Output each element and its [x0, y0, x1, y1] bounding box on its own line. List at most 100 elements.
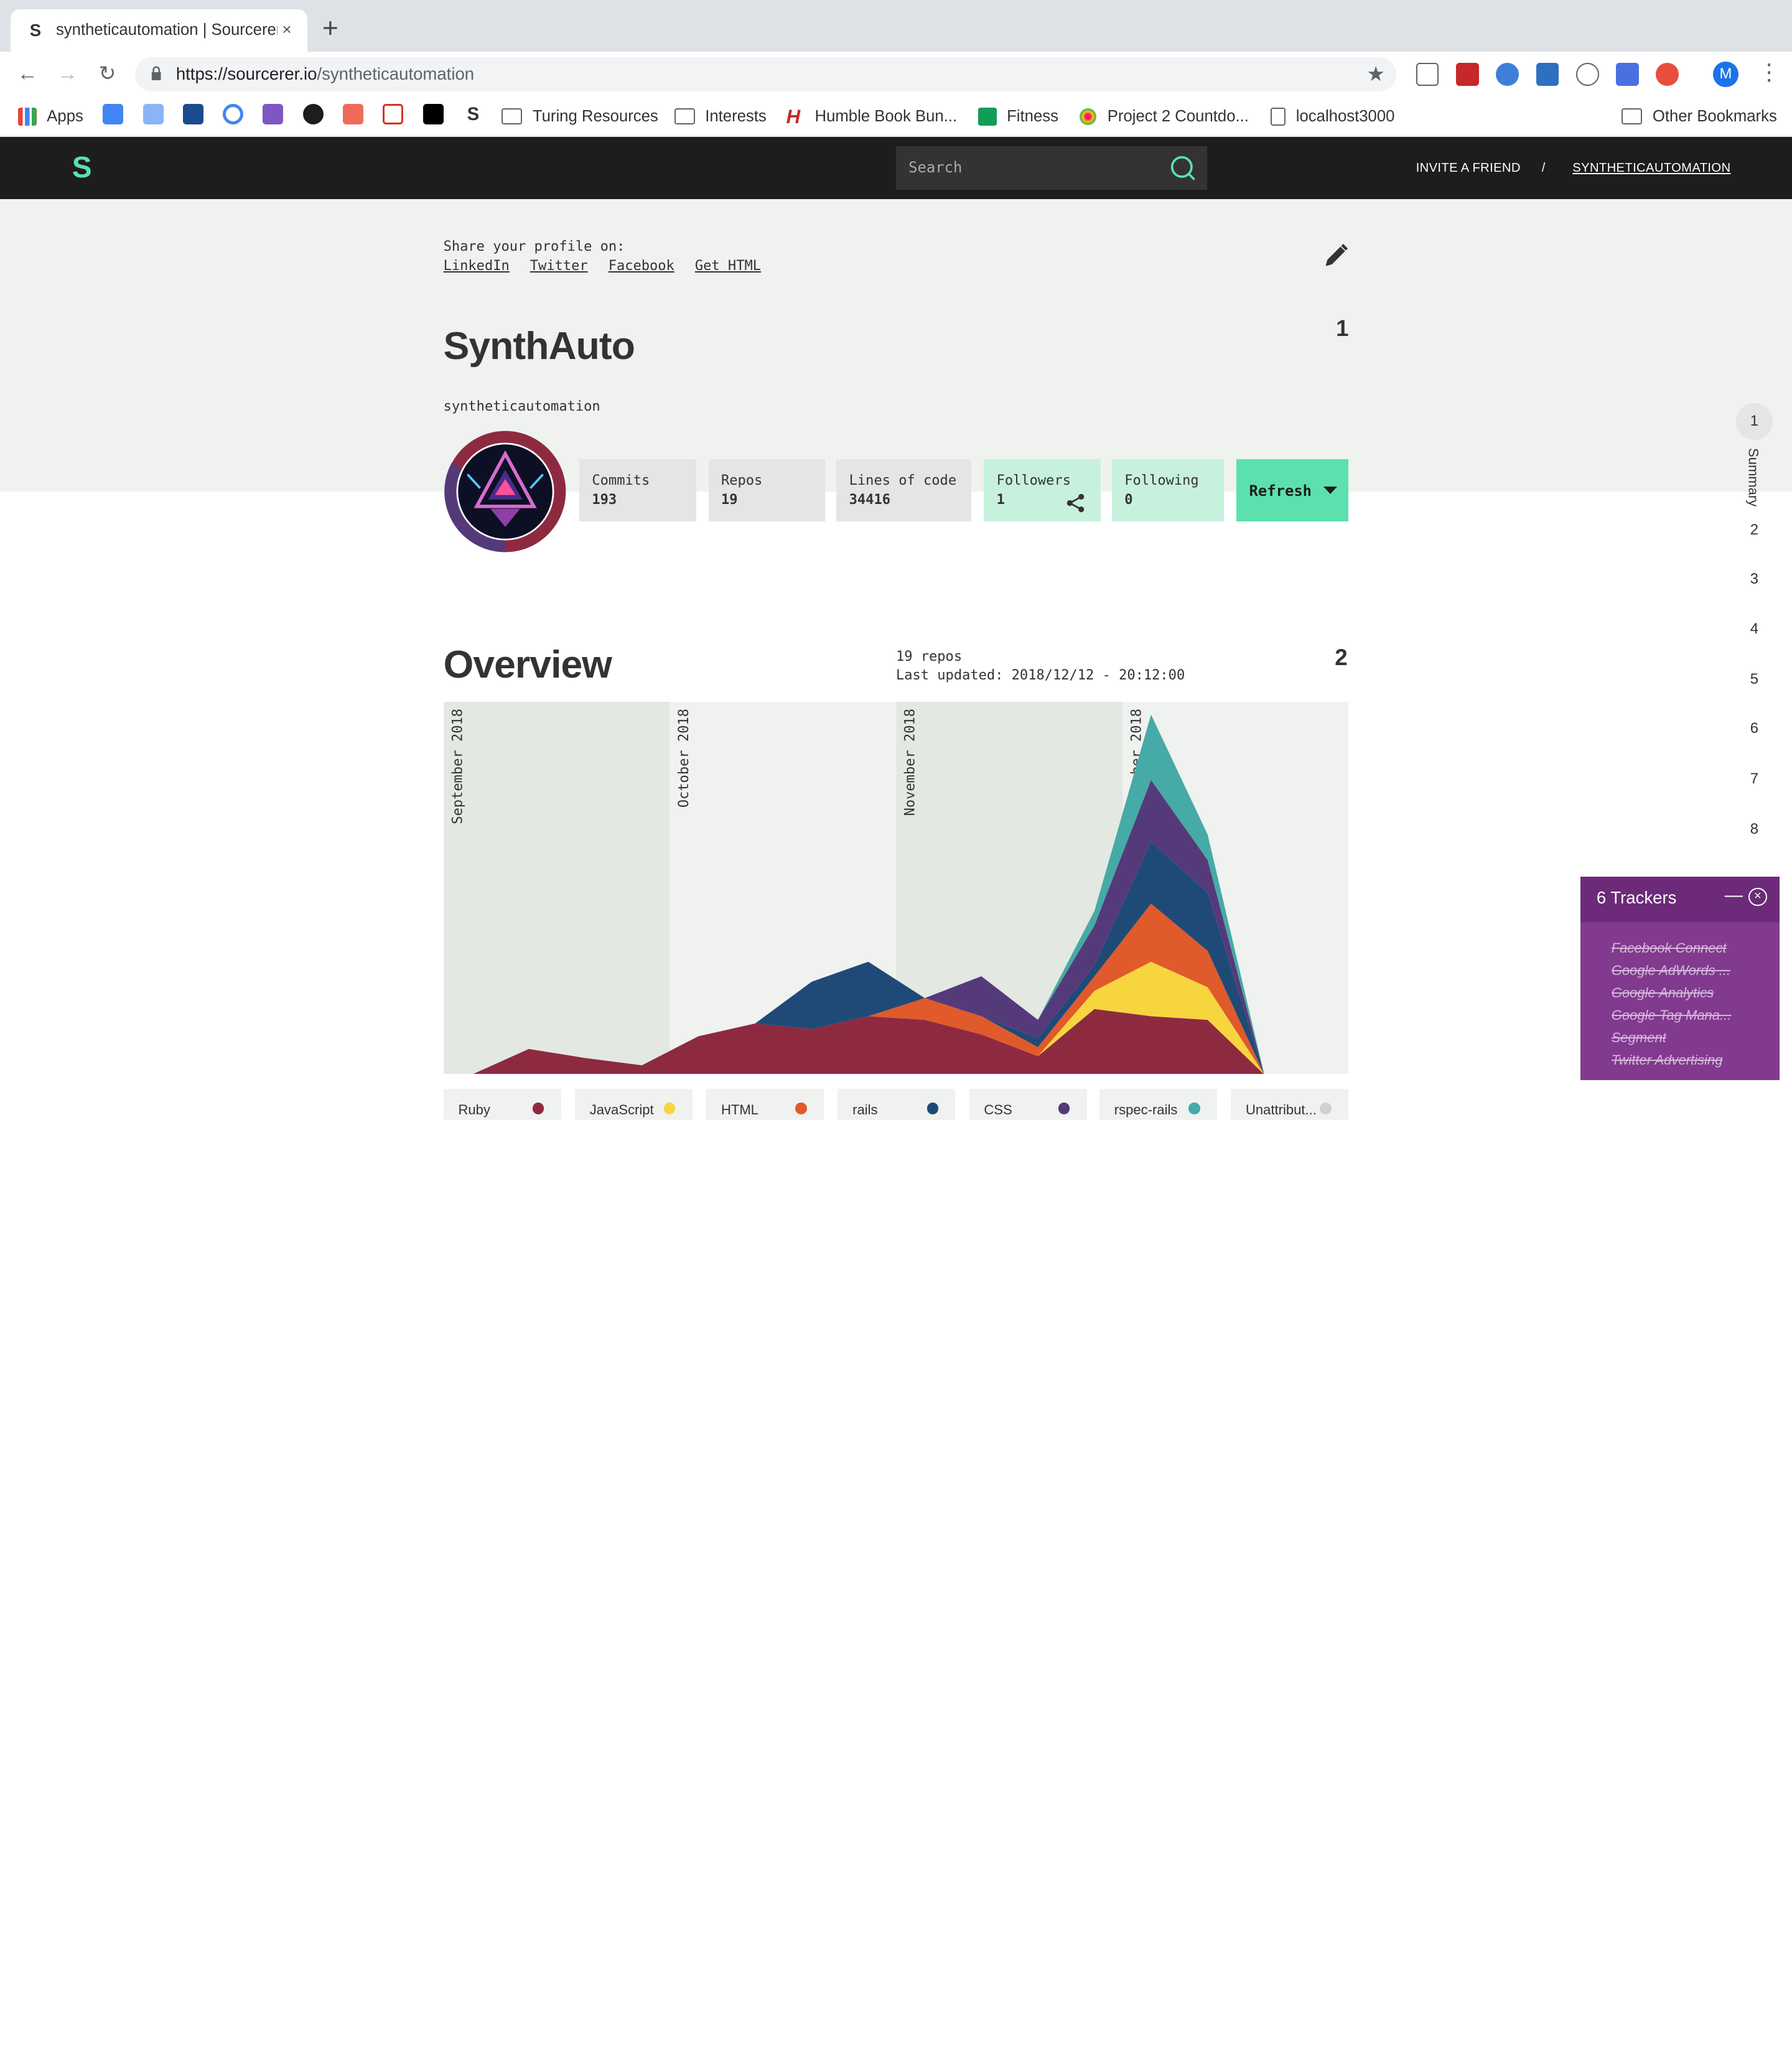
legend-item[interactable]: CSS	[969, 1089, 1087, 1120]
legend-color-dot	[926, 1103, 938, 1114]
share-icon[interactable]	[1065, 493, 1086, 513]
clock-extension-icon[interactable]	[1575, 63, 1599, 86]
section-nav-summary-label[interactable]: Summary	[1745, 448, 1762, 506]
search-icon[interactable]	[1170, 156, 1195, 180]
bookmark-localhost3000[interactable]: localhost3000	[1271, 105, 1394, 128]
legend-item[interactable]: Ruby	[443, 1089, 561, 1120]
legend-color-dot	[1188, 1103, 1200, 1114]
humble-icon: H	[786, 107, 805, 126]
legend-item[interactable]: HTML	[706, 1089, 824, 1120]
section-nav-item-3[interactable]: 3	[1742, 571, 1766, 588]
get-html-link[interactable]: Get HTML	[695, 258, 761, 274]
heroku-icon[interactable]	[263, 104, 284, 125]
legend-color-dot	[532, 1103, 544, 1114]
tracker-item[interactable]: Google Analytics	[1612, 982, 1748, 1004]
share-facebook-link[interactable]: Facebook	[609, 258, 674, 274]
apps-grid-icon	[18, 107, 37, 126]
bookmark-fitness[interactable]: Fitness	[978, 105, 1058, 128]
avatar	[444, 431, 566, 553]
tracker-item[interactable]: Facebook Connect	[1612, 937, 1748, 959]
tracker-item[interactable]: Segment	[1612, 1027, 1748, 1049]
bookmark-interests[interactable]: Interests	[674, 105, 767, 128]
ghostery-extension-icon[interactable]	[1496, 63, 1519, 86]
tab-manager-extension-icon[interactable]	[1616, 63, 1639, 86]
legend-item[interactable]: rails	[838, 1089, 956, 1120]
section-nav-item-8[interactable]: 8	[1742, 821, 1766, 838]
share-label: Share your profile on:	[443, 238, 625, 254]
stat-commits: Commits 193	[579, 459, 696, 521]
browser-tab[interactable]: S syntheticautomation | Sourcerer ×	[10, 9, 308, 52]
new-tab-button[interactable]: +	[322, 14, 338, 42]
x-tick-label: September 2018	[450, 709, 465, 824]
bookmark-apps[interactable]: Apps	[18, 105, 83, 128]
nav-separator: /	[1541, 161, 1546, 175]
legend-label: rails	[852, 1101, 878, 1117]
tracker-item[interactable]: Google Tag Mana...	[1612, 1004, 1748, 1027]
overview-title: Overview	[443, 643, 612, 687]
tab-strip: S syntheticautomation | Sourcerer × +	[0, 0, 1792, 52]
section-nav-item-7[interactable]: 7	[1742, 770, 1766, 788]
sparkle-icon	[1078, 107, 1098, 126]
santa-extension-icon[interactable]	[1656, 63, 1679, 86]
github-icon[interactable]	[302, 104, 324, 125]
bookmark-other-bookmarks[interactable]: Other Bookmarks	[1622, 105, 1777, 128]
reload-icon[interactable]: ↻	[94, 60, 121, 88]
section-nav-item-6[interactable]: 6	[1742, 720, 1766, 737]
site-header: S Search INVITE A FRIEND / SYNTHETICAUTO…	[0, 137, 1792, 199]
section-nav-item-4[interactable]: 4	[1742, 620, 1766, 638]
chart-month-band	[443, 701, 670, 1075]
share-linkedin-link[interactable]: LinkedIn	[444, 258, 510, 274]
legend-color-dot	[795, 1103, 807, 1114]
sheets-icon	[978, 107, 997, 126]
search-input[interactable]: Search	[895, 146, 1207, 190]
bookmark-project-2-countdown[interactable]: Project 2 Countdo...	[1078, 105, 1249, 128]
tracker-list: Facebook Connect Google AdWords ... Goog…	[1580, 922, 1780, 1080]
edit-pencil-icon[interactable]	[1322, 242, 1350, 269]
tracker-item[interactable]: Google AdWords ...	[1612, 959, 1748, 982]
legend-item[interactable]: JavaScript	[574, 1089, 693, 1120]
last-updated: Last updated: 2018/12/12 - 20:12:00	[895, 667, 1185, 683]
minimize-icon[interactable]: —	[1725, 885, 1743, 906]
section-nav-item-1[interactable]: 1	[1742, 413, 1766, 430]
bookmark-turing-resources[interactable]: Turing Resources	[502, 105, 658, 128]
user-profile-link[interactable]: SYNTHETICAUTOMATION	[1572, 161, 1730, 175]
repos-count: 19 repos	[895, 649, 963, 665]
profile-username: syntheticautomation	[443, 399, 600, 414]
medium-icon[interactable]	[422, 104, 444, 125]
bookmark-humble-book[interactable]: H Humble Book Bun...	[786, 105, 957, 128]
x-tick-label: November 2018	[902, 709, 918, 816]
codepen-icon[interactable]	[343, 104, 364, 125]
back-icon[interactable]: ←	[14, 60, 41, 88]
legend-color-dot	[664, 1103, 676, 1114]
share-twitter-link[interactable]: Twitter	[530, 258, 588, 274]
legend-color-dot	[1058, 1103, 1070, 1114]
docs-icon[interactable]	[142, 104, 164, 125]
invite-friend-link[interactable]: INVITE A FRIEND	[1416, 161, 1521, 175]
gmail-icon[interactable]	[383, 104, 404, 125]
section-nav-item-2[interactable]: 2	[1742, 521, 1766, 539]
legend-item[interactable]: rspec-rails	[1099, 1089, 1218, 1120]
legend-label: CSS	[984, 1101, 1012, 1117]
close-tab-icon[interactable]: ×	[278, 21, 296, 39]
lastpass-extension-icon[interactable]	[1455, 63, 1479, 86]
bookmark-star-icon[interactable]: ★	[1366, 62, 1385, 86]
folder-icon	[502, 108, 523, 125]
search-placeholder: Search	[908, 159, 963, 177]
forward-icon[interactable]: →	[54, 60, 81, 88]
section-nav-item-5[interactable]: 5	[1742, 671, 1766, 688]
stat-following[interactable]: Following 0	[1112, 459, 1225, 521]
menu-kebab-icon[interactable]: ⋮	[1758, 58, 1781, 85]
pivotal-icon[interactable]	[182, 104, 203, 125]
address-bar[interactable]: https://sourcerer.io/syntheticautomation…	[134, 57, 1397, 91]
chevron-down-icon[interactable]	[1323, 487, 1337, 494]
legend-item[interactable]: Unattribut...	[1231, 1089, 1349, 1120]
page-icon	[1271, 107, 1286, 126]
close-icon[interactable]: ×	[1748, 888, 1767, 907]
megaphone-extension-icon[interactable]	[1416, 63, 1439, 86]
profile-avatar[interactable]: M	[1713, 62, 1738, 87]
sourcerer-logo[interactable]: S	[72, 153, 97, 183]
calendar-icon[interactable]	[103, 104, 124, 125]
sourcerer-extension-icon[interactable]	[1536, 63, 1559, 86]
sourcerer-bookmark-icon[interactable]: S	[462, 104, 483, 125]
tracker-item[interactable]: Twitter Advertising	[1612, 1049, 1748, 1071]
